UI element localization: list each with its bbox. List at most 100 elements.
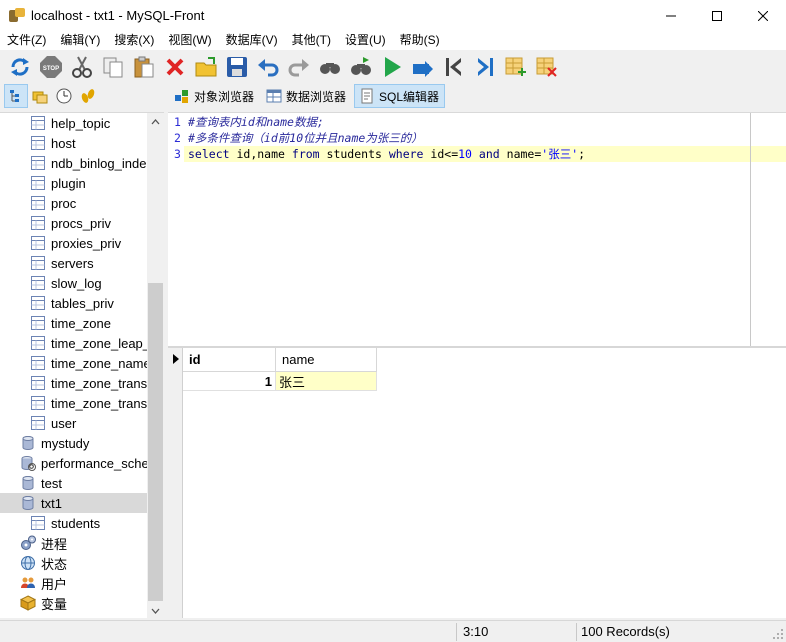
column-header-name[interactable]: name [276,348,377,372]
tree-item-label: time_zone [51,315,111,331]
tree-item-database[interactable]: test [0,473,147,493]
menu-file[interactable]: 文件(Z) [0,31,53,50]
tree-item-table[interactable]: ndb_binlog_inde [0,153,147,173]
delete-button[interactable] [161,53,189,81]
tab-data-browser[interactable]: 数据浏览器 [262,84,351,108]
tree-item-label: time_zone_name [51,355,151,371]
tree-item-label: performance_sche [41,455,149,471]
tree-item-table[interactable]: tables_priv [0,293,147,313]
tree-item-label: time_zone_transi [51,375,150,391]
run-selection-button[interactable] [409,53,437,81]
paste-button[interactable] [130,53,158,81]
clock-icon [56,88,72,104]
undo-button[interactable] [254,53,282,81]
stop-button[interactable]: STOP [37,53,65,81]
tree-item-table[interactable]: plugin [0,173,147,193]
maximize-button[interactable] [694,0,740,31]
cell-id[interactable]: 1 [183,372,276,391]
tree-item-table[interactable]: host [0,133,147,153]
table-icon [31,316,45,330]
last-icon [478,57,493,76]
tab-object-browser[interactable]: 对象浏览器 [170,84,259,108]
tree-item-table[interactable]: time_zone_leap_s [0,333,157,353]
process-icon [21,535,36,550]
redo-button[interactable] [285,53,313,81]
sql-editor[interactable]: 1 2 3 #查询表内id和name数据; #多条件查询（id前10位并且nam… [168,112,786,347]
favorites-toggle[interactable] [28,84,52,108]
view-toolbar: 对象浏览器 数据浏览器 SQL编辑器 [0,83,786,110]
cut-button[interactable] [68,53,96,81]
run-button[interactable] [378,53,406,81]
code-line-3: select id,name from students where id<=1… [184,146,786,162]
tree-item-table[interactable]: help_topic [0,113,147,133]
object-browser-icon [175,90,188,103]
navigation-tree[interactable]: 变量 用户 状态 进程 students txt1 test performance_sche… [0,112,164,618]
scroll-down-arrow[interactable] [147,602,164,618]
minimize-button[interactable] [648,0,694,31]
tree-item-table[interactable]: time_zone_name [0,353,151,373]
tree-item-database[interactable]: mystudy [0,433,147,453]
tree-view-toggle[interactable] [4,84,28,108]
tree-item-status[interactable]: 状态 [0,553,147,573]
insert-record-button[interactable] [502,53,530,81]
menu-help[interactable]: 帮助(S) [393,31,447,50]
data-browser-icon [266,89,282,103]
menu-edit[interactable]: 编辑(Y) [53,31,107,50]
tree-item-table[interactable]: procs_priv [0,213,147,233]
table-icon [31,376,45,390]
tree-item-process[interactable]: 进程 [0,533,147,553]
save-button[interactable] [223,53,251,81]
column-header-id[interactable]: id [183,348,276,372]
tree-item-table[interactable]: time_zone_transi [0,373,150,393]
row-indicator-column [168,348,183,618]
minimize-icon [666,15,676,16]
tree-item-label: time_zone_transi [51,395,150,411]
tree-item-users[interactable]: 用户 [0,573,147,593]
tree-item-table[interactable]: proc [0,193,147,213]
first-button[interactable] [440,53,468,81]
menu-settings[interactable]: 设置(U) [338,31,393,50]
tree-item-table[interactable]: user [0,413,147,433]
tree-item-table[interactable]: students [0,513,147,533]
resize-grip-icon [773,629,783,639]
database-icon [22,496,34,511]
menu-database[interactable]: 数据库(V) [219,31,285,50]
tree-item-table[interactable]: servers [0,253,147,273]
tree-item-table[interactable]: slow_log [0,273,147,293]
tree-item-database[interactable]: performance_sche [0,453,149,473]
delete-record-button[interactable] [533,53,561,81]
find-button[interactable] [316,53,344,81]
open-button[interactable] [192,53,220,81]
tree-item-variables[interactable]: 变量 [0,593,147,613]
cell-name[interactable]: 张三 [276,372,377,391]
comment: #多条件查询（id前10位并且name为张三的） [188,131,423,145]
snippets-toggle[interactable] [76,84,100,108]
tree-item-label: students [51,515,101,531]
menu-view[interactable]: 视图(W) [161,31,218,50]
tree-item-database[interactable]: txt1 [0,493,147,513]
result-grid[interactable]: id name 1 张三 [168,348,786,618]
tab-data-browser-label: 数据浏览器 [286,89,347,104]
history-toggle[interactable] [52,84,76,108]
menu-other[interactable]: 其他(T) [285,31,338,50]
tree-item-table[interactable]: proxies_priv [0,233,147,253]
tree-item-label: mystudy [41,435,90,451]
last-button[interactable] [471,53,499,81]
tab-sql-editor[interactable]: SQL编辑器 [354,84,446,108]
menu-search[interactable]: 搜索(X) [107,31,161,50]
tree-scrollbar[interactable] [147,113,164,618]
redo-icon [288,58,309,76]
replace-button[interactable] [347,53,375,81]
scroll-up-arrow[interactable] [147,113,164,130]
sql-keyword: where [388,147,424,161]
tree-item-label: time_zone_leap_s [51,335,157,351]
copy-button[interactable] [99,53,127,81]
tree-item-table[interactable]: time_zone [0,313,147,333]
tree-item-table[interactable]: time_zone_transi [0,393,150,413]
line-number-gutter: 1 2 3 [168,113,184,347]
tree-item-label: slow_log [51,275,102,291]
close-button[interactable] [740,0,786,31]
scroll-thumb[interactable] [148,283,163,601]
table-icon [31,256,45,270]
refresh-button[interactable] [6,53,34,81]
